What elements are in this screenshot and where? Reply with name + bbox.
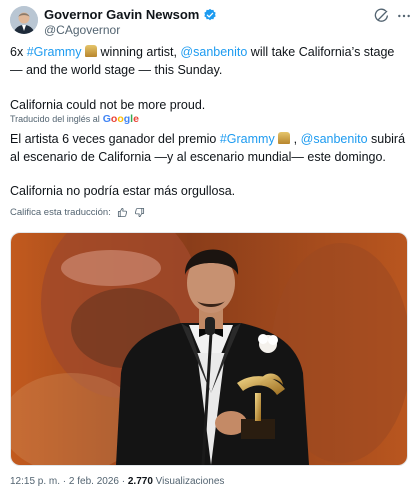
google-logo: Google <box>102 113 139 125</box>
translation-attribution: Traducido del inglés al Google <box>10 113 139 125</box>
translated-text-paragraph-2: California no podría estar más orgullosa… <box>10 184 236 198</box>
translation-label: Traducido del inglés al <box>10 114 100 124</box>
text-segment: 6x <box>10 45 27 59</box>
tweet-media-photo[interactable] <box>10 232 408 466</box>
verified-badge-icon <box>204 8 216 20</box>
thumbs-down-icon[interactable] <box>134 207 145 218</box>
grammy-trophy-emoji <box>278 132 291 144</box>
tweet-card: Governor Gavin Newsom @CAgovernor 6x #Gr… <box>0 0 420 500</box>
views-count: 2.770 <box>127 476 153 487</box>
author-handle[interactable]: @CAgovernor <box>44 23 120 37</box>
tweet-time[interactable]: 12:15 p. m. <box>10 476 60 487</box>
hashtag-link-grammy[interactable]: #Grammy <box>27 45 82 59</box>
translated-text-paragraph-1: El artista 6 veces ganador del premio #G… <box>10 130 410 166</box>
hashtag-link-grammy[interactable]: #Grammy <box>220 132 275 146</box>
meta-separator: · <box>60 476 69 487</box>
views-label: Visualizaciones <box>155 476 225 487</box>
rate-translation-label: Califica esta traducción: <box>10 207 111 218</box>
tweet-date[interactable]: 2 feb. 2026 <box>69 476 119 487</box>
mention-link-sanbenito[interactable]: @sanbenito <box>180 45 247 59</box>
mention-link-sanbenito[interactable]: @sanbenito <box>301 132 368 146</box>
photo-performer-with-grammy <box>11 233 407 465</box>
tweet-text-paragraph-2: California could not be more proud. <box>10 98 206 112</box>
text-segment: , <box>290 132 301 146</box>
more-options-icon[interactable] <box>396 8 412 24</box>
rate-translation-row: Califica esta traducción: <box>10 207 145 218</box>
author-display-name[interactable]: Governor Gavin Newsom <box>44 7 199 22</box>
grammy-trophy-emoji <box>85 45 98 57</box>
author-name-row: Governor Gavin Newsom <box>44 7 217 22</box>
thumbs-up-icon[interactable] <box>117 207 128 218</box>
tweet-text-paragraph-1: 6x #Grammy winning artist, @sanbenito wi… <box>10 43 410 79</box>
avatar-image <box>10 6 38 34</box>
text-segment: winning artist, <box>97 45 181 59</box>
avatar[interactable] <box>10 6 38 34</box>
tweet-meta: 12:15 p. m. · 2 feb. 2026 · 2.770 Visual… <box>10 476 224 487</box>
meta-separator: · <box>118 476 128 487</box>
text-segment: El artista 6 veces ganador del premio <box>10 132 220 146</box>
grok-icon[interactable] <box>374 8 390 24</box>
